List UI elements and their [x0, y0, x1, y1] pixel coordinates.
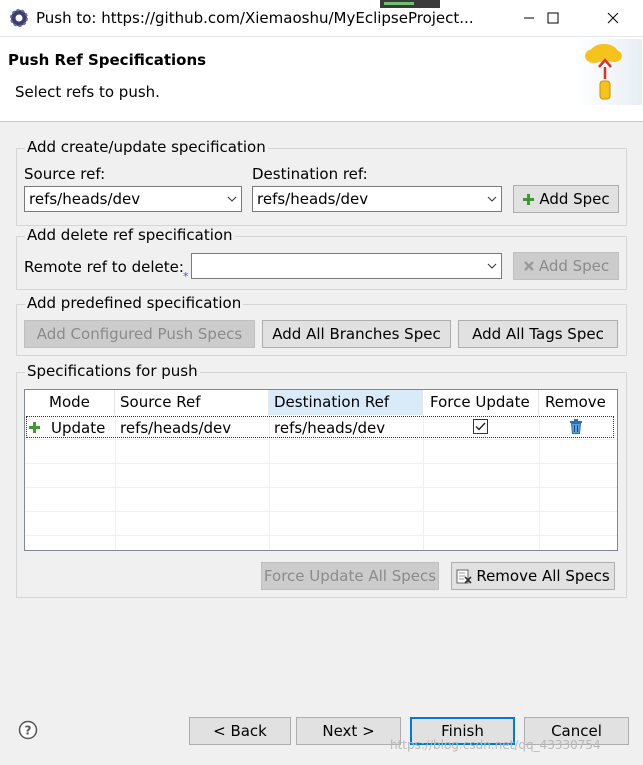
chevron-down-icon — [487, 196, 497, 202]
chevron-down-icon — [227, 196, 237, 202]
eclipse-gear-icon — [10, 9, 28, 27]
back-label: < Back — [213, 722, 267, 740]
taskbar-thumbnail-icon — [380, 0, 440, 8]
maximize-icon — [547, 12, 559, 24]
svg-text:?: ? — [25, 724, 32, 738]
specs-table[interactable]: Mode Source Ref Destination Ref Force Up… — [24, 389, 618, 551]
column-header-source-ref[interactable]: Source Ref — [115, 390, 269, 415]
row-source-ref: refs/heads/dev — [120, 419, 232, 437]
specs-legend: Specifications for push — [25, 362, 200, 380]
destination-ref-combo[interactable]: refs/heads/dev — [252, 186, 502, 212]
remove-all-icon — [456, 569, 472, 584]
add-all-tags-spec-button[interactable]: Add All Tags Spec — [458, 320, 618, 348]
page-title: Push Ref Specifications — [8, 51, 207, 69]
add-all-tags-spec-label: Add All Tags Spec — [472, 325, 604, 343]
remove-all-specs-button[interactable]: Remove All Specs — [451, 562, 615, 590]
source-ref-combo[interactable]: refs/heads/dev — [24, 186, 242, 212]
maximize-button[interactable] — [530, 0, 576, 36]
page-subtitle: Select refs to push. — [15, 83, 160, 101]
cloud-push-icon — [576, 39, 642, 105]
force-update-all-specs-button[interactable]: Force Update All Specs — [261, 562, 439, 590]
next-label: Next > — [322, 722, 375, 740]
column-header-destination-ref[interactable]: Destination Ref — [269, 390, 423, 415]
column-header-remove[interactable]: Remove — [539, 390, 617, 415]
back-button[interactable]: < Back — [189, 717, 291, 745]
add-all-branches-spec-label: Add All Branches Spec — [272, 325, 441, 343]
source-ref-value: refs/heads/dev — [29, 190, 141, 208]
delete-x-icon — [523, 261, 534, 271]
row-destination-ref: refs/heads/dev — [274, 419, 386, 437]
next-button[interactable]: Next > — [296, 717, 401, 745]
force-update-checkbox[interactable] — [473, 419, 488, 434]
chevron-down-icon — [487, 263, 497, 269]
wizard-header: Push Ref Specifications Select refs to p… — [0, 37, 643, 122]
add-delete-spec-button[interactable]: Add Spec — [513, 252, 619, 280]
column-header-mode[interactable]: Mode — [25, 390, 115, 415]
delete-ref-legend: Add delete ref specification — [25, 226, 235, 244]
plus-icon — [29, 422, 40, 433]
source-ref-label: Source ref: — [24, 165, 106, 183]
force-update-all-specs-label: Force Update All Specs — [263, 567, 437, 585]
row-mode: Update — [51, 419, 106, 437]
destination-ref-label: Destination ref: — [252, 165, 368, 183]
trash-icon[interactable] — [569, 419, 583, 434]
column-header-force-update[interactable]: Force Update — [423, 390, 539, 415]
remove-all-specs-label: Remove All Specs — [476, 567, 610, 585]
add-spec-button[interactable]: Add Spec — [513, 185, 619, 213]
create-update-legend: Add create/update specification — [25, 138, 268, 156]
destination-ref-value: refs/heads/dev — [257, 190, 369, 208]
predefined-legend: Add predefined specification — [25, 294, 244, 312]
close-icon — [607, 12, 619, 24]
watermark-text: https://blog.csdn.net/qq_43330754 — [390, 738, 601, 752]
help-icon[interactable]: ? — [18, 720, 38, 740]
remote-ref-label: Remote ref to delete: — [24, 258, 184, 276]
window-title: Push to: https://github.com/Xiemaoshu/My… — [36, 9, 474, 27]
remote-ref-combo[interactable] — [191, 253, 502, 279]
add-all-branches-spec-button[interactable]: Add All Branches Spec — [262, 320, 451, 348]
content-assist-marker: * — [183, 270, 189, 283]
add-delete-spec-label: Add Spec — [538, 257, 610, 275]
plus-icon — [523, 193, 535, 205]
add-spec-label: Add Spec — [539, 190, 610, 208]
close-button[interactable] — [590, 0, 636, 36]
window-titlebar[interactable]: Push to: https://github.com/Xiemaoshu/My… — [0, 0, 643, 37]
add-configured-push-specs-label: Add Configured Push Specs — [36, 325, 243, 343]
add-configured-push-specs-button[interactable]: Add Configured Push Specs — [24, 320, 255, 348]
